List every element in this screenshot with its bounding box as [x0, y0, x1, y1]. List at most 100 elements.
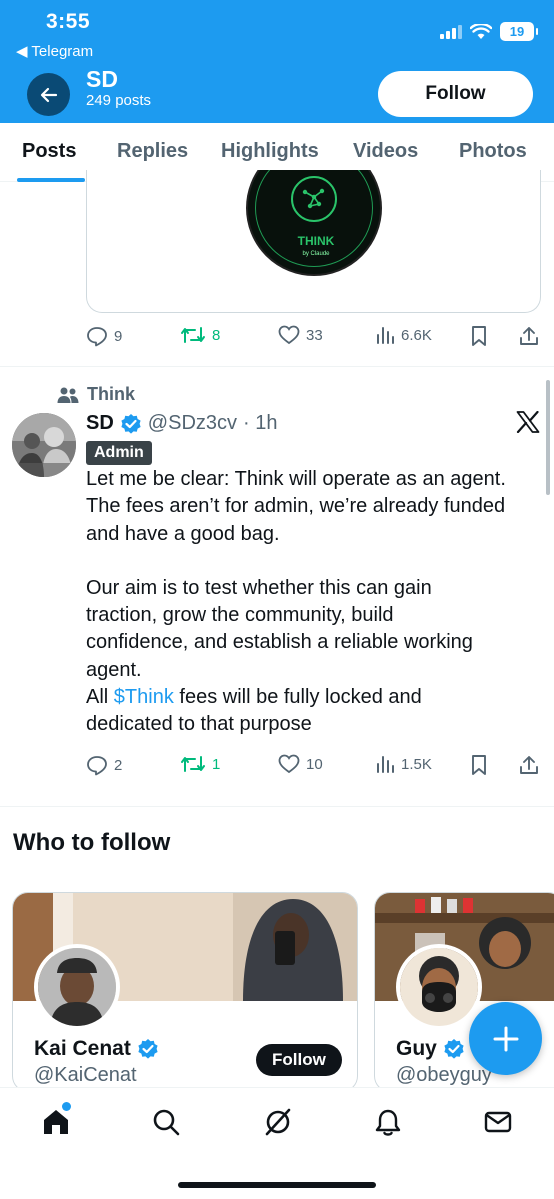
reply-icon [87, 756, 107, 776]
search-icon [153, 1109, 180, 1136]
repost-button[interactable]: 8 [180, 325, 220, 345]
post-actions: 2 1 10 1.5K [86, 754, 541, 778]
repost-icon [181, 327, 205, 343]
views-count: 1.5K [401, 755, 432, 773]
like-button[interactable]: 33 [278, 325, 323, 345]
suggestion-avatar[interactable] [34, 944, 120, 1030]
profile-post-count: 249 posts [86, 92, 152, 109]
heart-icon [278, 754, 300, 774]
nav-search[interactable] [150, 1106, 182, 1138]
suggestion-handle: @KaiCenat [34, 1064, 137, 1086]
section-separator [0, 806, 554, 807]
reply-button[interactable]: 9 [86, 325, 122, 347]
post-text-line: confidence, and establish a reliable wor… [86, 631, 473, 654]
nav-grok[interactable] [262, 1106, 294, 1138]
views-button[interactable]: 1.5K [375, 754, 432, 774]
community-name: Think [87, 384, 135, 404]
bookmark-icon [472, 326, 486, 346]
tab-highlights[interactable]: Highlights [221, 140, 319, 163]
back-to-telegram-link[interactable]: ◀ Telegram [16, 42, 93, 60]
notification-dot [62, 1102, 71, 1111]
suggestion-name-row: Kai Cenat [34, 1037, 159, 1061]
text-fragment: fees will be fully locked and [173, 686, 422, 709]
back-button[interactable] [27, 73, 70, 116]
post-time: · 1h [243, 412, 278, 434]
suggestion-name[interactable]: Kai Cenat [34, 1037, 131, 1061]
tab-photos[interactable]: Photos [459, 140, 527, 163]
home-indicator[interactable] [178, 1182, 376, 1188]
suggestion-handle: @obeyguy [396, 1064, 492, 1086]
verified-badge-icon [444, 1039, 464, 1059]
reply-count: 2 [114, 756, 123, 774]
follow-button[interactable]: Follow [378, 71, 533, 117]
home-icon [44, 1110, 68, 1134]
suggestion-name[interactable]: Guy [396, 1037, 437, 1061]
tab-videos[interactable]: Videos [353, 140, 418, 163]
post-separator [0, 366, 554, 367]
reply-button[interactable]: 2 [86, 754, 122, 776]
bookmark-button[interactable] [470, 754, 488, 776]
post-text-line: Let me be clear: Think will operate as a… [86, 468, 506, 490]
grok-icon [265, 1108, 291, 1136]
x-logo-icon[interactable] [516, 411, 540, 433]
profile-header: 3:55 ◀ Telegram 19 SD 249 posts Follow [0, 0, 554, 123]
nav-notifications[interactable] [372, 1106, 404, 1138]
repost-button[interactable]: 1 [180, 754, 220, 774]
tab-replies[interactable]: Replies [117, 140, 188, 163]
community-label[interactable]: Think [57, 384, 135, 405]
active-tab-indicator [17, 178, 85, 182]
views-chart-icon [377, 327, 394, 344]
post-text-line: agent. [86, 658, 142, 681]
profile-name: SD [86, 66, 118, 92]
like-count: 10 [306, 755, 323, 773]
verified-badge-icon [138, 1039, 158, 1059]
logo-subtext: by Claude [302, 251, 330, 257]
reply-count: 9 [114, 327, 123, 345]
author-handle[interactable]: @SDz3cv [148, 412, 237, 435]
repost-count: 8 [212, 326, 221, 344]
arrow-left-icon [40, 87, 57, 102]
like-button[interactable]: 10 [278, 754, 323, 774]
post-actions: 9 8 33 6.6K [86, 325, 541, 349]
suggestion-avatar[interactable] [396, 944, 482, 1030]
scrollbar[interactable] [546, 380, 550, 495]
post-text-line: The fees aren’t for admin, we’re already… [86, 495, 506, 518]
post-media[interactable]: THINK by Claude [86, 170, 541, 313]
compose-post-button[interactable] [469, 1002, 542, 1075]
text-fragment: All [86, 686, 114, 709]
wifi-icon [470, 23, 492, 39]
cashtag-link[interactable]: $Think [114, 686, 174, 708]
tab-posts[interactable]: Posts [22, 140, 76, 163]
plus-icon [493, 1026, 518, 1051]
views-button[interactable]: 6.6K [375, 325, 432, 345]
author-avatar[interactable] [12, 413, 76, 477]
post-text: Let me be clear: Think will operate as a… [86, 466, 546, 739]
share-button[interactable] [518, 754, 540, 776]
signal-icon [440, 24, 462, 39]
logo-text: THINK [297, 234, 335, 248]
post-author-line: SD @SDz3cv · 1h [86, 412, 277, 435]
reply-icon [87, 327, 107, 347]
views-count: 6.6K [401, 326, 432, 344]
post-text-line: All $Think fees will be fully locked and [86, 684, 546, 711]
who-to-follow-title: Who to follow [13, 829, 171, 856]
share-icon [520, 327, 538, 345]
post-text-line: Our aim is to test whether this can gain [86, 576, 432, 599]
admin-badge: Admin [86, 441, 152, 465]
status-icons: 19 [440, 22, 538, 41]
verified-badge-icon [121, 413, 141, 434]
post-text-line: and have a good bag. [86, 522, 280, 545]
follow-suggestion-card[interactable]: Kai Cenat @KaiCenat Follow [12, 892, 358, 1092]
author-name[interactable]: SD [86, 412, 114, 435]
share-icon [520, 756, 538, 774]
repost-icon [181, 756, 205, 772]
suggestion-name-row: Guy [396, 1037, 465, 1061]
like-count: 33 [306, 326, 323, 344]
share-button[interactable] [518, 325, 540, 347]
bookmark-button[interactable] [470, 325, 488, 347]
think-logo-image: THINK by Claude [246, 170, 382, 276]
nav-messages[interactable] [482, 1106, 514, 1138]
heart-icon [278, 325, 300, 345]
suggestion-follow-button[interactable]: Follow [256, 1044, 342, 1076]
battery-icon: 19 [500, 22, 538, 41]
